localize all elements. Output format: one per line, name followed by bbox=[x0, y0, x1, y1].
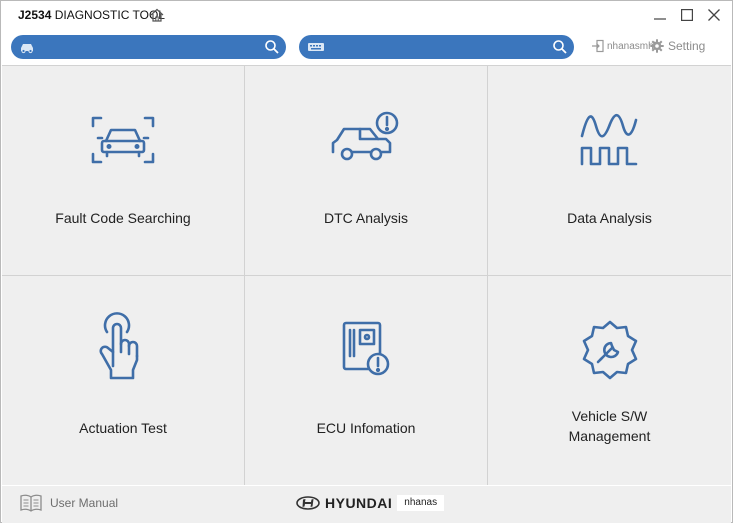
gear-icon bbox=[650, 39, 664, 53]
tile-label: Fault Code Searching bbox=[55, 210, 191, 226]
tile-dtc-analysis[interactable]: DTC Analysis bbox=[245, 66, 487, 275]
waveform-icon bbox=[580, 113, 637, 166]
brand-user-label: nhanas bbox=[397, 495, 445, 511]
vehicle-search-bar[interactable] bbox=[11, 35, 286, 59]
brand-name: HYUNDAI bbox=[325, 495, 393, 511]
function-grid: Fault Code Searching DTC Analysis Data A… bbox=[2, 65, 731, 485]
app-window: J2534 DIAGNOSTIC TOOL nhanasmhh Setting … bbox=[0, 0, 733, 523]
tile-actuation-test[interactable]: Actuation Test bbox=[2, 276, 244, 485]
search-icon[interactable] bbox=[264, 39, 280, 55]
minimize-button[interactable] bbox=[649, 5, 671, 25]
home-icon[interactable] bbox=[149, 7, 165, 23]
tile-label: Vehicle S/W Management bbox=[568, 408, 651, 444]
tile-ecu-information[interactable]: ECU Infomation bbox=[245, 276, 487, 485]
footer: User Manual HYUNDAI nhanas bbox=[2, 486, 731, 523]
tile-label: DTC Analysis bbox=[323, 210, 409, 226]
car-alert-icon bbox=[331, 111, 399, 161]
hand-touch-icon bbox=[99, 312, 139, 380]
close-icon bbox=[708, 9, 720, 21]
vehicle-search-input[interactable] bbox=[41, 37, 241, 57]
app-title-bold: J2534 bbox=[18, 8, 52, 22]
user-login-icon bbox=[592, 39, 604, 53]
close-button[interactable] bbox=[703, 5, 725, 25]
minimize-icon bbox=[654, 18, 666, 20]
maximize-button[interactable] bbox=[676, 5, 698, 25]
gear-wrench-icon bbox=[582, 320, 637, 380]
ecu-alert-icon bbox=[342, 321, 390, 376]
tile-vehicle-sw-management[interactable]: Vehicle S/W Management bbox=[488, 276, 731, 485]
user-manual-link[interactable]: User Manual bbox=[19, 494, 118, 512]
user-manual-label: User Manual bbox=[50, 496, 119, 510]
tile-data-analysis[interactable]: Data Analysis bbox=[488, 66, 731, 275]
title-bar: J2534 DIAGNOSTIC TOOL bbox=[1, 1, 732, 29]
brand-area: HYUNDAI nhanas bbox=[296, 495, 445, 511]
car-icon bbox=[21, 44, 33, 54]
setting-label: Setting bbox=[668, 39, 706, 53]
maximize-icon bbox=[681, 9, 693, 21]
tile-fault-code-searching[interactable]: Fault Code Searching bbox=[2, 66, 244, 275]
hyundai-logo-icon bbox=[296, 496, 320, 510]
app-title: J2534 DIAGNOSTIC TOOL bbox=[18, 8, 165, 22]
code-search-bar[interactable] bbox=[299, 35, 574, 59]
book-icon bbox=[20, 494, 42, 512]
tile-label: Actuation Test bbox=[79, 420, 167, 436]
app-title-rest: DIAGNOSTIC TOOL bbox=[51, 8, 165, 22]
keyboard-icon bbox=[308, 43, 324, 51]
tile-label: Data Analysis bbox=[567, 210, 652, 226]
tile-label: ECU Infomation bbox=[316, 420, 416, 436]
car-scan-icon bbox=[91, 116, 155, 164]
setting-button[interactable]: Setting bbox=[650, 39, 705, 53]
search-icon[interactable] bbox=[552, 39, 568, 55]
code-search-input[interactable] bbox=[329, 37, 529, 57]
